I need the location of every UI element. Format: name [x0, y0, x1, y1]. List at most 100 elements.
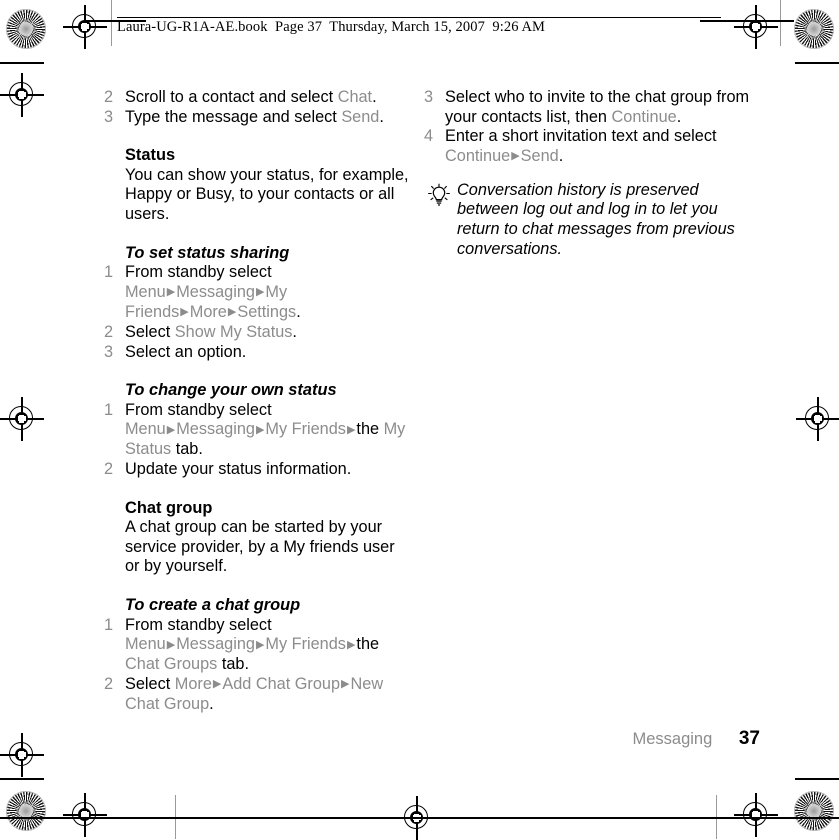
step-number: 2 [104, 460, 114, 478]
ui-term: More [189, 302, 227, 321]
trim-line-left-lower-horizontal [0, 778, 44, 780]
registration-mark-bottom-right [734, 793, 778, 837]
ui-term: Menu [125, 420, 166, 439]
step-text: From standby select [125, 615, 272, 634]
step-number: 1 [104, 615, 114, 634]
numbered-step: 3 Select an option. [104, 343, 409, 363]
footer-page-number: 37 [738, 728, 760, 749]
step-text: . [372, 88, 377, 106]
path-separator-icon: ▶ [255, 423, 265, 436]
heading-to-create-chat-group: To create a chat group [125, 595, 301, 614]
step-text: From standby select [125, 400, 272, 419]
step-text: . [379, 107, 384, 126]
step-text: Update your status information. [125, 460, 352, 478]
lightbulb-tip-icon [426, 183, 452, 207]
step-text: . [292, 322, 297, 341]
heading-to-change-own-status: To change your own status [125, 381, 337, 400]
path-separator-icon: ▶ [255, 638, 265, 651]
step-text: Scroll to a contact and select [125, 88, 338, 106]
step-text: . [558, 146, 564, 165]
step-text: Select [125, 322, 175, 341]
step-text: From standby select [125, 263, 272, 282]
ui-term: Messaging [176, 282, 255, 301]
tip-note: Conversation history is preserved betwee… [424, 181, 754, 259]
bleed-line-bottom-center [0, 817, 839, 819]
numbered-step: 1 From standby select Menu▶Messaging▶My F… [104, 263, 409, 323]
step-text: Type the message and select [125, 107, 342, 126]
book-header-text: Laura-UG-R1A-AE.book Page 37 Thursday, M… [117, 19, 546, 35]
right-column: 3 Select who to invite to the chat group … [424, 88, 754, 259]
step-list-change-status: 1 From standby select Menu▶Messaging▶My F… [104, 401, 409, 480]
step-text: . [296, 302, 301, 321]
trim-line-right-lower-horizontal [795, 778, 839, 780]
step-number: 1 [104, 263, 114, 282]
path-separator-icon: ▶ [255, 286, 265, 299]
registration-mark-left-upper [0, 73, 44, 117]
numbered-step: 2 Select More▶Add Chat Group▶New Chat Gro… [104, 675, 409, 715]
step-number: 2 [104, 88, 114, 106]
heading-status: Status [125, 146, 176, 165]
ui-term: Chat Groups [125, 655, 218, 674]
star-target-bottom-left [6, 791, 46, 831]
step-text: the [356, 420, 384, 439]
paragraph-status: You can show your status, for example, H… [125, 165, 409, 223]
numbered-step: 3 Select who to invite to the chat group … [424, 88, 754, 127]
numbered-step: 1 From standby select Menu▶Messaging▶My F… [104, 401, 409, 460]
path-separator-icon: ▶ [511, 150, 520, 163]
step-text: . [676, 107, 682, 126]
ui-term: Add Chat Group [222, 674, 341, 693]
step-number: 3 [424, 88, 434, 106]
step-text: . [209, 694, 214, 713]
numbered-step: 1 From standby select Menu▶Messaging▶My F… [104, 616, 409, 675]
registration-mark-top-right [734, 5, 778, 49]
step-text: Select [125, 674, 175, 693]
footer-section-label: Messaging [632, 730, 713, 748]
path-separator-icon: ▶ [166, 423, 176, 436]
ui-term: My Friends [265, 635, 346, 654]
step-number: 2 [104, 322, 114, 341]
step-text: Select who to invite to the chat group f… [445, 88, 750, 126]
step-list-right: 3 Select who to invite to the chat group … [424, 88, 754, 167]
path-separator-icon: ▶ [212, 678, 222, 691]
numbered-step: 2 Update your status information. [104, 460, 409, 480]
left-column: 2 Scroll to a contact and select Chat. 3 Ty… [104, 88, 409, 715]
path-separator-icon: ▶ [227, 306, 237, 319]
book-header-rule [117, 17, 721, 18]
ui-term: Menu [125, 282, 166, 301]
step-number: 3 [104, 107, 114, 126]
step-list-create-group: 1 From standby select Menu▶Messaging▶My F… [104, 616, 409, 715]
tip-text: Conversation history is preserved betwee… [457, 180, 735, 258]
step-number: 4 [424, 127, 434, 146]
numbered-step: 2 Scroll to a contact and select Chat. [104, 88, 409, 108]
step-number: 1 [104, 400, 114, 419]
ui-term: Continue [445, 146, 511, 165]
star-target-top-left [6, 9, 46, 49]
ui-term: Continue [611, 107, 677, 126]
trim-line-top-right-vertical [780, 0, 781, 46]
step-number: 3 [104, 342, 114, 361]
path-separator-icon: ▶ [346, 423, 356, 436]
ui-term: My Friends [265, 420, 346, 439]
paragraph-chat-group: A chat group can be started by your serv… [125, 518, 395, 576]
path-separator-icon: ▶ [180, 306, 189, 319]
bleed-line-top-right-horizontal [700, 20, 794, 22]
path-separator-icon: ▶ [166, 638, 176, 651]
numbered-step: 4 Enter a short invitation text and selec… [424, 127, 754, 167]
path-separator-icon: ▶ [341, 678, 350, 691]
step-text: the [356, 635, 380, 654]
step-list-set-status: 1 From standby select Menu▶Messaging▶My F… [104, 263, 409, 362]
registration-mark-top-left [63, 5, 107, 49]
heading-to-set-status-sharing: To set status sharing [125, 243, 290, 262]
ui-term: Chat [337, 88, 373, 106]
step-text: Select an option. [125, 342, 247, 361]
numbered-step: 2 Select Show My Status. [104, 323, 409, 343]
trim-line-top-left-vertical [111, 0, 112, 46]
registration-mark-bottom-left [63, 793, 107, 837]
ui-term: Send [520, 146, 559, 165]
heading-chat-group: Chat group [125, 498, 213, 517]
path-separator-icon: ▶ [346, 638, 356, 651]
